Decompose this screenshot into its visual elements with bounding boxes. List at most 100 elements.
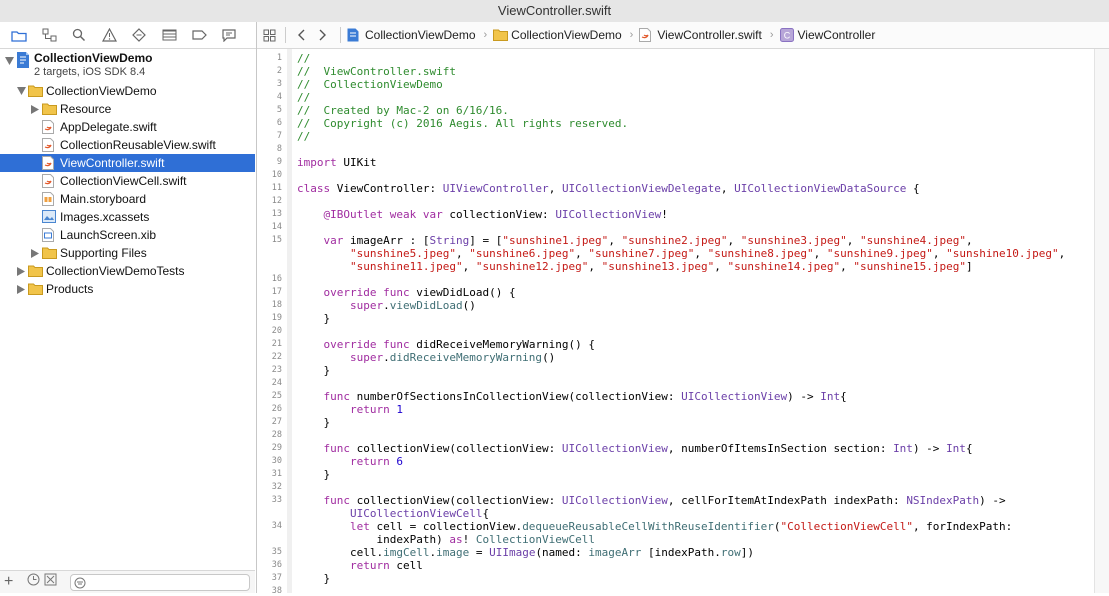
code-token: row	[720, 546, 741, 559]
tree-item-label: LaunchScreen.xib	[60, 228, 157, 242]
disclosure-closed-icon[interactable]	[30, 248, 40, 258]
code-line[interactable]: //	[297, 52, 310, 65]
tree-item[interactable]: CollectionViewCell.swift	[0, 172, 255, 190]
code-line[interactable]: super.didReceiveMemoryWarning()	[297, 351, 555, 364]
code-line[interactable]: func numberOfSectionsInCollectionView(co…	[297, 390, 847, 403]
debug-icon[interactable]	[154, 22, 184, 48]
report-icon[interactable]	[214, 22, 244, 48]
navigator-filter-bar: +	[0, 570, 255, 593]
code-line[interactable]: import UIKit	[297, 156, 377, 169]
code-line[interactable]: cell.imgCell.image = UIImage(named: imag…	[297, 546, 754, 559]
line-number: 27	[271, 417, 282, 427]
add-icon[interactable]: +	[4, 573, 13, 591]
code-line[interactable]: func collectionView(collectionView: UICo…	[297, 442, 973, 455]
code-line[interactable]: var imageArr : [String] = ["sunshine1.jp…	[297, 234, 973, 247]
code-line[interactable]: class ViewController: UIViewController, …	[297, 182, 920, 195]
line-number: 14	[271, 222, 282, 232]
tree-item[interactable]: CollectionViewDemo	[0, 82, 255, 100]
code-line[interactable]: override func didReceiveMemoryWarning() …	[297, 338, 596, 351]
project-name: CollectionViewDemo	[34, 51, 153, 65]
code-token: ,	[727, 234, 741, 247]
code-token: UIImage	[489, 546, 536, 559]
code-line[interactable]: // Created by Mac-2 on 6/16/16.	[297, 104, 509, 117]
code-line[interactable]: "sunshine11.jpeg", "sunshine12.jpeg", "s…	[297, 260, 973, 273]
code-token: "sunshine14.jpeg"	[727, 260, 841, 273]
code-line[interactable]: UICollectionViewCell{	[297, 507, 489, 520]
project-root[interactable]: CollectionViewDemo 2 targets, iOS SDK 8.…	[0, 50, 255, 82]
code-token: super	[349, 351, 384, 364]
tree-item[interactable]: Main.storyboard	[0, 190, 255, 208]
code-token: ,	[813, 247, 827, 260]
code-token: {	[840, 390, 847, 403]
jump-bar: CollectionViewDemo › CollectionViewDemo › Vi…	[257, 22, 1109, 49]
tree-item-label: Supporting Files	[60, 246, 147, 260]
tree-item-label: Main.storyboard	[60, 192, 147, 206]
svg-text:C: C	[783, 31, 790, 41]
code-line[interactable]: func collectionView(collectionView: UICo…	[297, 494, 1006, 507]
breadcrumb-separator-icon: ›	[483, 29, 488, 41]
code-token: Int	[946, 442, 966, 455]
disclosure-open-icon[interactable]	[4, 56, 14, 66]
code-line[interactable]: return 6	[297, 455, 403, 468]
code-token: , cellForItemAtIndexPath indexPath:	[667, 494, 907, 507]
line-number: 30	[271, 456, 282, 466]
line-number: 1	[276, 53, 282, 63]
code-line[interactable]: }	[297, 312, 330, 325]
tree-item[interactable]: CollectionReusableView.swift	[0, 136, 255, 154]
code-line[interactable]: }	[297, 572, 330, 585]
back-icon[interactable]	[290, 29, 312, 41]
code-line[interactable]: // CollectionViewDemo	[297, 78, 443, 91]
code-line[interactable]: //	[297, 91, 310, 104]
code-token: override	[323, 338, 377, 351]
disclosure-open-icon[interactable]	[16, 86, 26, 96]
tree-item[interactable]: Images.xcassets	[0, 208, 255, 226]
scm-filter-icon[interactable]	[44, 573, 57, 591]
code-line[interactable]: let cell = collectionView.dequeueReusabl…	[297, 520, 1012, 533]
code-token: import	[297, 156, 337, 169]
tree-item-label: Resource	[60, 102, 112, 116]
tree-item-label: CollectionViewDemo	[46, 84, 157, 98]
breadcrumb-item[interactable]: CollectionViewDemo	[493, 28, 622, 42]
disclosure-closed-icon[interactable]	[16, 266, 26, 276]
code-line[interactable]: }	[297, 364, 330, 377]
tree-item[interactable]: CollectionViewDemoTests	[0, 262, 255, 280]
related-items-icon[interactable]	[257, 29, 281, 42]
vertical-scrollbar[interactable]	[1094, 49, 1109, 593]
folder-icon[interactable]	[4, 22, 34, 48]
search-icon[interactable]	[64, 22, 94, 48]
class-icon: C	[779, 28, 794, 42]
tree-item[interactable]: ViewController.swift	[0, 154, 255, 172]
breadcrumb-item[interactable]: ViewController.swift	[639, 28, 762, 42]
tree-item[interactable]: AppDelegate.swift	[0, 118, 255, 136]
breadcrumb-item[interactable]: CollectionViewDemo	[347, 28, 476, 42]
tree-item[interactable]: Resource	[0, 100, 255, 118]
code-line[interactable]: }	[297, 416, 330, 429]
filter-field[interactable]	[70, 574, 250, 591]
breadcrumb-item[interactable]: C ViewController	[779, 28, 875, 42]
tree-item-label: AppDelegate.swift	[60, 120, 157, 134]
tree-item[interactable]: Supporting Files	[0, 244, 255, 262]
recent-files-icon[interactable]	[27, 573, 40, 591]
code-line[interactable]: override func viewDidLoad() {	[297, 286, 516, 299]
line-number: 4	[276, 92, 282, 102]
forward-icon[interactable]	[312, 29, 334, 41]
test-icon[interactable]	[124, 22, 154, 48]
code-line[interactable]: "sunshine5.jpeg", "sunshine6.jpeg", "sun…	[297, 247, 1065, 260]
code-line[interactable]: // ViewController.swift	[297, 65, 456, 78]
code-token: "sunshine15.jpeg"	[853, 260, 966, 273]
code-line[interactable]: @IBOutlet weak var collectionView: UICol…	[297, 208, 667, 221]
code-line[interactable]: return 1	[297, 403, 403, 416]
symbol-icon[interactable]	[34, 22, 64, 48]
tree-item[interactable]: Products	[0, 280, 255, 298]
code-line[interactable]: //	[297, 130, 310, 143]
code-line[interactable]: return cell	[297, 559, 423, 572]
tree-item[interactable]: LaunchScreen.xib	[0, 226, 255, 244]
code-line[interactable]: indexPath) as! CollectionViewCell	[297, 533, 595, 546]
disclosure-closed-icon[interactable]	[16, 284, 26, 294]
warning-icon[interactable]	[94, 22, 124, 48]
breakpoint-icon[interactable]	[184, 22, 214, 48]
code-line[interactable]: super.viewDidLoad()	[297, 299, 476, 312]
code-line[interactable]: // Copyright (c) 2016 Aegis. All rights …	[297, 117, 628, 130]
disclosure-closed-icon[interactable]	[30, 104, 40, 114]
code-line[interactable]: }	[297, 468, 330, 481]
